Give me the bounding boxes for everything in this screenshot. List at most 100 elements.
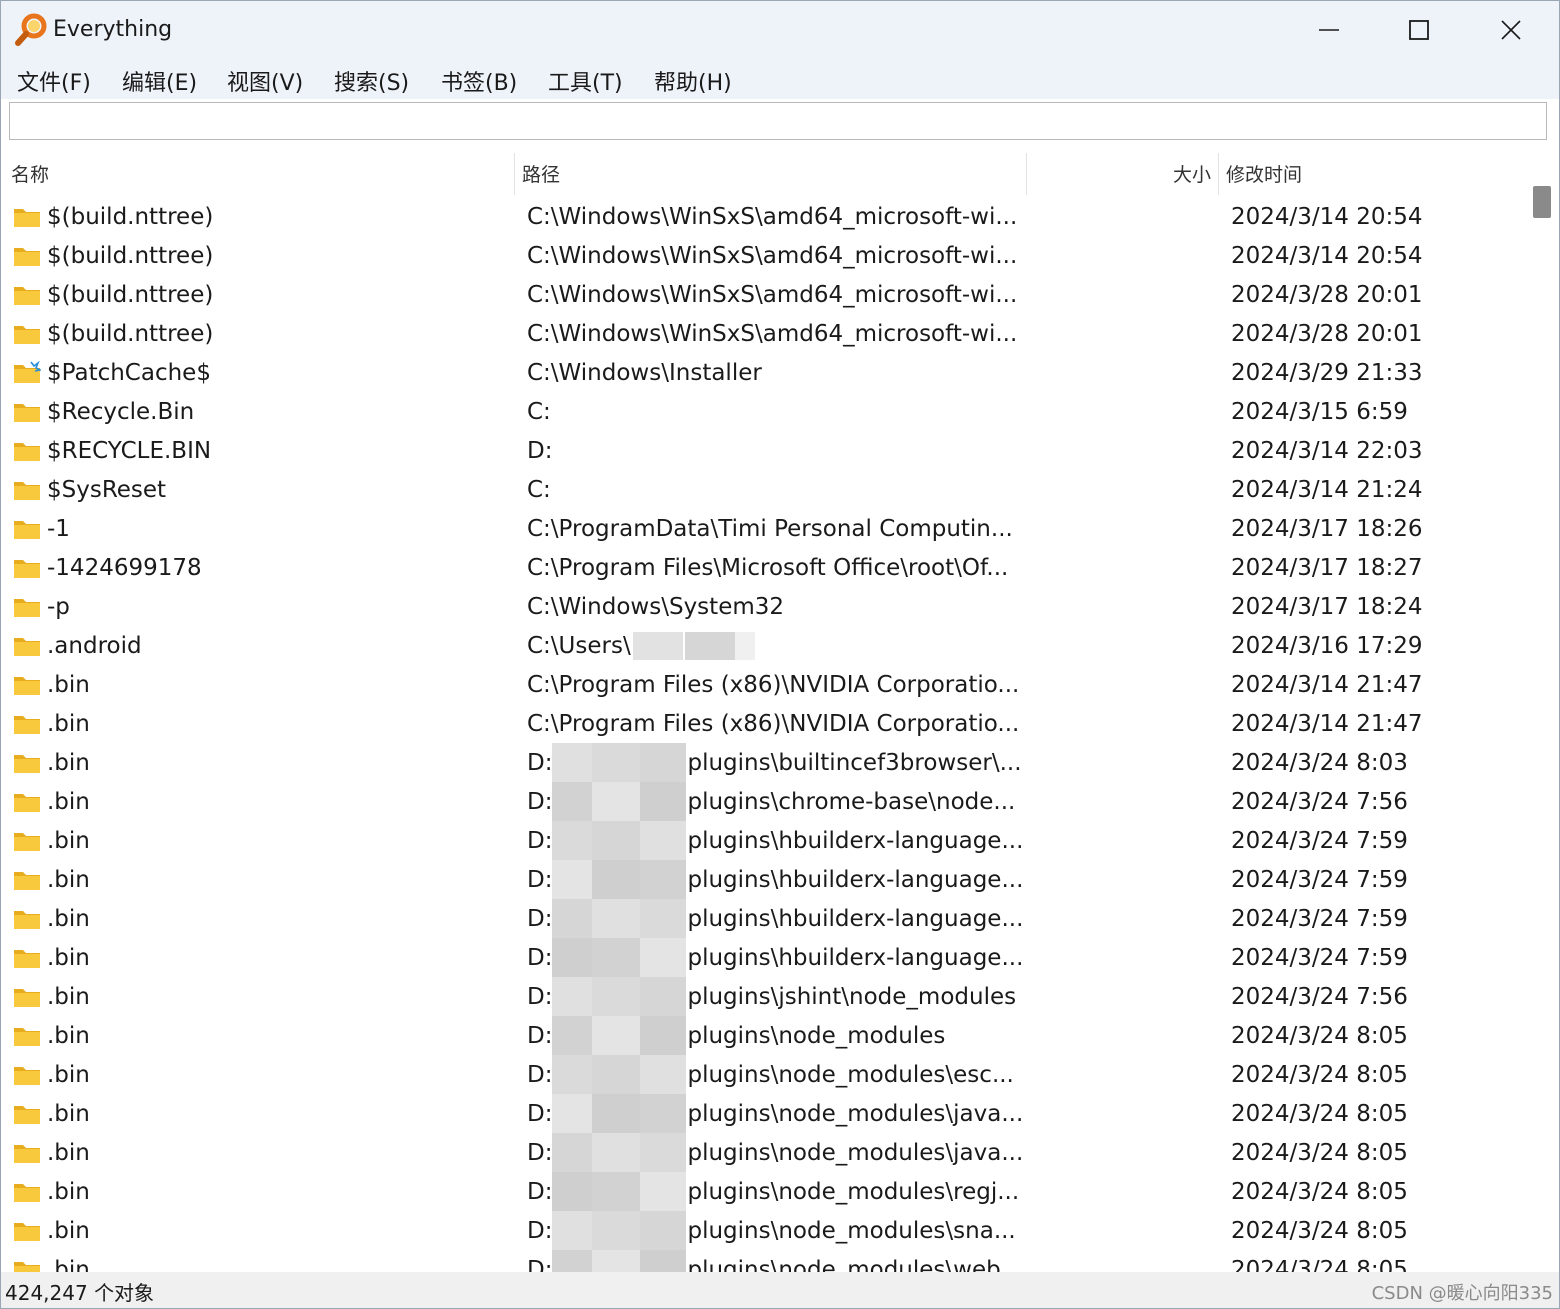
redaction-block (592, 938, 640, 977)
close-button[interactable] (1465, 1, 1557, 59)
file-path-prefix: C:\Program Files (x86)\NVIDIA Corporatio… (527, 711, 1020, 737)
file-size (1031, 704, 1211, 743)
vertical-scrollbar[interactable] (1525, 151, 1559, 1272)
status-bar: 424,247 个对象 CSDN @暖心向阳335 (1, 1272, 1559, 1308)
minimize-button[interactable] (1283, 1, 1375, 59)
redaction-block (640, 977, 686, 1016)
table-row[interactable]: .bin C:\Program Files (x86)\NVIDIA Corpor… (1, 704, 1525, 743)
table-row[interactable]: -1424699178 C:\Program Files\Microsoft Of… (1, 548, 1525, 587)
file-path-tail: plugins\node_modules\web... (687, 1257, 1022, 1272)
folder-icon (14, 1184, 40, 1202)
file-name: .android (47, 633, 142, 659)
maximize-button[interactable] (1373, 1, 1465, 59)
file-size (1031, 1094, 1211, 1133)
table-row[interactable]: .bin D: plugins\node_modules\esc... 2024/3/… (1, 1055, 1525, 1094)
column-divider[interactable] (1218, 153, 1219, 195)
table-row[interactable]: .bin D: plugins\hbuilderx-language... 2024/… (1, 821, 1525, 860)
table-row[interactable]: .bin D: plugins\node_modules\regj... 2024/3… (1, 1172, 1525, 1211)
menu-bar: 文件(F) 编辑(E) 视图(V) 搜索(S) 书签(B) 工具(T) 帮助(H… (1, 59, 1559, 99)
file-path-prefix: D: (527, 984, 553, 1010)
table-row[interactable]: .bin D: plugins\chrome-base\node... 2024/3/… (1, 782, 1525, 821)
redaction-block (592, 1094, 640, 1133)
table-row[interactable]: $PatchCache$ C:\Windows\Installer 2024/3/2… (1, 353, 1525, 392)
file-size (1031, 509, 1211, 548)
file-modified: 2024/3/24 8:05 (1231, 1257, 1408, 1272)
table-row[interactable]: -p C:\Windows\System32 2024/3/17 18:24 (1, 587, 1525, 626)
table-row[interactable]: $SysReset C: 2024/3/14 21:24 (1, 470, 1525, 509)
table-row[interactable]: .bin D: plugins\node_modules 2024/3/24 8:05 (1, 1016, 1525, 1055)
menu-search[interactable]: 搜索(S) (334, 65, 409, 97)
folder-icon (14, 560, 40, 578)
file-path-prefix: D: (527, 1179, 553, 1205)
file-path-prefix: D: (527, 867, 553, 893)
table-row[interactable]: .bin D: plugins\node_modules\java... 2024/3… (1, 1133, 1525, 1172)
redaction-block (640, 1250, 686, 1272)
redaction-block (592, 1055, 640, 1094)
menu-file[interactable]: 文件(F) (17, 65, 91, 97)
table-row[interactable]: -1 C:\ProgramData\Timi Personal Computin.… (1, 509, 1525, 548)
file-modified: 2024/3/24 8:05 (1231, 1101, 1408, 1127)
folder-icon (14, 716, 40, 734)
table-row[interactable]: $(build.nttree) C:\Windows\WinSxS\amd64_m… (1, 275, 1525, 314)
menu-help[interactable]: 帮助(H) (654, 65, 732, 97)
table-row[interactable]: .bin D: plugins\hbuilderx-language... 2024/… (1, 899, 1525, 938)
table-row[interactable]: $RECYCLE.BIN D: 2024/3/14 22:03 (1, 431, 1525, 470)
file-path-prefix: D: (527, 906, 553, 932)
table-row[interactable]: .android C:\Users\ 2024/3/16 17:29 (1, 626, 1525, 665)
file-path: C:\Windows\WinSxS\amd64_microsoft-wi... (527, 197, 1022, 236)
file-size (1031, 470, 1211, 509)
everything-logo-icon (15, 13, 47, 46)
file-size (1031, 236, 1211, 275)
title-bar[interactable]: Everything (1, 1, 1559, 59)
column-header-modified[interactable]: 修改时间 (1226, 151, 1302, 197)
search-input[interactable] (9, 102, 1547, 140)
folder-icon (14, 1145, 40, 1163)
table-row[interactable]: $(build.nttree) C:\Windows\WinSxS\amd64_m… (1, 197, 1525, 236)
menu-edit[interactable]: 编辑(E) (122, 65, 197, 97)
redaction-block (640, 1016, 686, 1055)
file-size (1031, 1055, 1211, 1094)
file-modified: 2024/3/24 8:05 (1231, 1140, 1408, 1166)
table-row[interactable]: .bin D: plugins\hbuilderx-language... 2024/… (1, 860, 1525, 899)
table-row[interactable]: .bin D: plugins\node_modules\sna... 2024/3/… (1, 1211, 1525, 1250)
file-name: $Recycle.Bin (47, 399, 195, 425)
file-path-tail: plugins\builtincef3browser\... (687, 750, 1022, 776)
file-name: .bin (47, 1179, 90, 1205)
file-path-prefix: D: (527, 1257, 553, 1272)
redaction-block (592, 1211, 640, 1250)
table-row[interactable]: .bin D: plugins\hbuilderx-language... 2024/… (1, 938, 1525, 977)
file-size (1031, 665, 1211, 704)
menu-tools[interactable]: 工具(T) (548, 65, 623, 97)
file-path-prefix: D: (527, 750, 553, 776)
file-path: C:\Windows\WinSxS\amd64_microsoft-wi... (527, 314, 1022, 353)
folder-icon (14, 872, 40, 890)
column-divider[interactable] (514, 153, 515, 195)
file-name: .bin (47, 1140, 90, 1166)
column-header-path[interactable]: 路径 (522, 151, 560, 197)
table-row[interactable]: $Recycle.Bin C: 2024/3/15 6:59 (1, 392, 1525, 431)
column-header-name[interactable]: 名称 (11, 151, 49, 197)
search-area (1, 99, 1559, 149)
folder-icon (14, 326, 40, 344)
table-row[interactable]: .bin D: plugins\jshint\node_modules 2024/3/… (1, 977, 1525, 1016)
table-row[interactable]: .bin D: plugins\node_modules\java... 2024/3… (1, 1094, 1525, 1133)
file-size (1031, 1250, 1211, 1272)
table-row[interactable]: .bin D: plugins\builtincef3browser\... 2024… (1, 743, 1525, 782)
file-path-prefix: C:\Windows\WinSxS\amd64_microsoft-wi... (527, 243, 1018, 269)
file-list[interactable]: $(build.nttree) C:\Windows\WinSxS\amd64_m… (1, 197, 1525, 1272)
file-name: .bin (47, 1023, 90, 1049)
table-row[interactable]: $(build.nttree) C:\Windows\WinSxS\amd64_m… (1, 314, 1525, 353)
file-name: $(build.nttree) (47, 282, 214, 308)
column-header-size[interactable]: 大小 (1031, 151, 1211, 197)
scrollbar-thumb[interactable] (1533, 186, 1551, 218)
object-count: 424,247 个对象 (5, 1281, 155, 1305)
table-row[interactable]: .bin C:\Program Files (x86)\NVIDIA Corpor… (1, 665, 1525, 704)
column-divider[interactable] (1026, 153, 1027, 195)
menu-bookmarks[interactable]: 书签(B) (441, 65, 517, 97)
file-name: .bin (47, 906, 90, 932)
file-path: C:\Program Files\Microsoft Office\root\O… (527, 548, 1022, 587)
menu-view[interactable]: 视图(V) (227, 65, 303, 97)
table-row[interactable]: .bin D: plugins\node_modules\web... 2024/3/… (1, 1250, 1525, 1272)
table-row[interactable]: $(build.nttree) C:\Windows\WinSxS\amd64_m… (1, 236, 1525, 275)
redaction-block (640, 1211, 686, 1250)
